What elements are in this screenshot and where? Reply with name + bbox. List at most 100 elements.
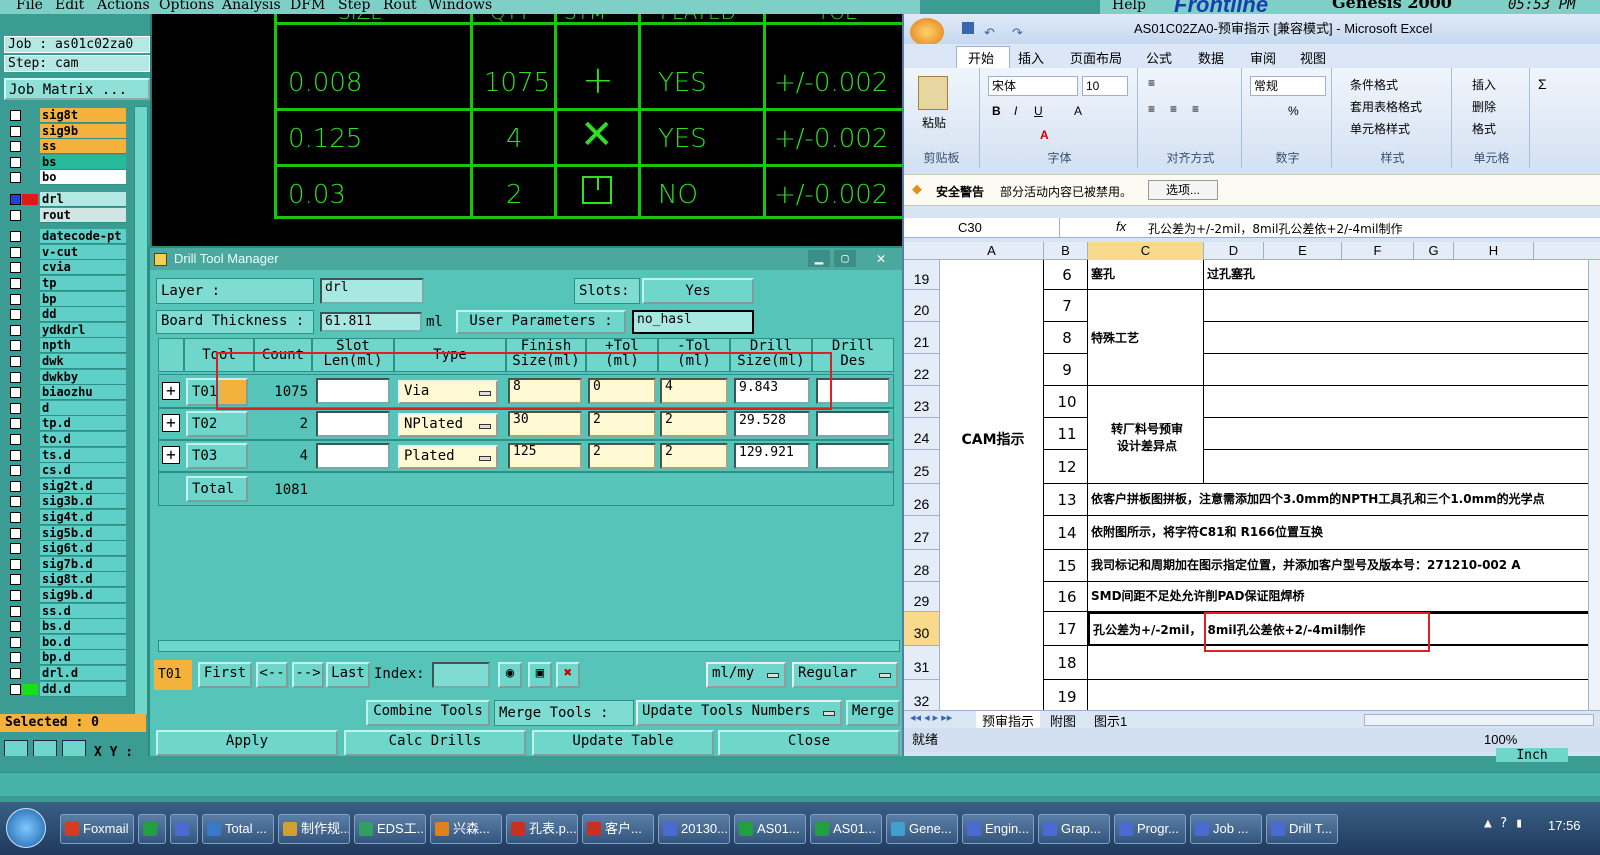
layer-row[interactable]: rout (6, 207, 126, 223)
ntol-t03[interactable]: 2 (660, 443, 728, 469)
layer-checkbox[interactable] (10, 683, 21, 695)
drill-des-t03[interactable] (816, 443, 890, 469)
align-center-icon[interactable]: ≡ (1170, 102, 1177, 116)
options-button[interactable]: 选项... (1148, 180, 1218, 200)
expand-icon[interactable]: + (162, 414, 180, 432)
tab-data[interactable]: 数据 (1198, 48, 1224, 67)
row-header[interactable]: 25 (904, 450, 940, 484)
menu-edit[interactable]: Edit (55, 0, 84, 13)
layer-checkbox[interactable] (10, 480, 21, 492)
tool-button-t03[interactable]: T03 (186, 443, 248, 469)
b-cell[interactable]: 19 (1044, 680, 1088, 710)
layer-row[interactable]: tp.d (6, 416, 126, 432)
layer-checkbox[interactable] (10, 652, 21, 664)
italic-icon[interactable]: I (1014, 104, 1017, 118)
layer-row[interactable]: dwk (6, 354, 126, 369)
b-cell[interactable]: 12 (1044, 450, 1088, 484)
tab-home[interactable]: 开始 (968, 48, 994, 67)
font-color-icon[interactable]: A (1040, 128, 1049, 142)
row-header[interactable]: 21 (904, 322, 940, 354)
layer-row[interactable]: sig6t.d (6, 541, 126, 557)
layer-checkbox[interactable] (10, 605, 21, 617)
layer-checkbox[interactable] (10, 387, 21, 399)
layer-row[interactable]: bs.d (6, 619, 126, 635)
taskbar-item[interactable]: 客户... (582, 814, 654, 844)
row-header[interactable]: 19 (904, 260, 940, 290)
cell-d21[interactable] (1204, 322, 1600, 354)
taskbar-item[interactable]: Gene... (886, 814, 958, 844)
mode-dropdown[interactable]: Regular (792, 662, 898, 688)
ptol-t03[interactable]: 2 (588, 443, 656, 469)
layer-row[interactable]: biaozhu (6, 385, 126, 401)
office-button-icon[interactable] (910, 18, 944, 46)
menu-step[interactable]: Step (338, 0, 370, 13)
tab-review[interactable]: 审阅 (1250, 48, 1276, 67)
layer-row[interactable]: ts.d (6, 447, 126, 463)
close-button[interactable]: Close (718, 730, 900, 756)
taskbar-item[interactable]: Total ... (202, 814, 274, 844)
taskbar-item[interactable]: Drill T... (1266, 814, 1338, 844)
row-header[interactable]: 28 (904, 550, 940, 582)
layer-row[interactable]: bo (6, 170, 126, 186)
user-parameters-field[interactable]: no_hasl (632, 310, 754, 334)
delete-icon[interactable]: ✖ (556, 662, 580, 688)
b-cell[interactable]: 17 (1044, 612, 1088, 646)
b-cell[interactable]: 9 (1044, 354, 1088, 386)
layer-row[interactable]: ss (6, 139, 126, 155)
slot-len-t03[interactable] (316, 443, 390, 469)
graphic-editor-canvas[interactable]: SIZE QTY SYM PLATED TOL 0.008 1075 + YES… (152, 14, 902, 247)
layer-checkbox[interactable] (10, 125, 21, 137)
paste-label[interactable]: 粘贴 (922, 114, 946, 131)
locate-icon[interactable]: ◉ (498, 662, 522, 688)
cell-c32[interactable] (1088, 680, 1600, 710)
cell-d22[interactable] (1204, 354, 1600, 386)
combine-tools-button[interactable]: Combine Tools (366, 700, 490, 726)
b-cell[interactable]: 15 (1044, 550, 1088, 582)
row-header[interactable]: 24 (904, 418, 940, 450)
layer-row[interactable]: datecode-pt (6, 229, 126, 245)
cam-cell[interactable]: CAM指示 (940, 260, 1044, 710)
layer-checkbox[interactable] (10, 574, 21, 586)
menu-actions[interactable]: Actions (97, 0, 150, 13)
finish-size-t03[interactable]: 125 (508, 443, 582, 469)
layer-row[interactable]: sig2t.d (6, 478, 126, 494)
fx-icon[interactable]: fx (1116, 219, 1126, 234)
tab-page-layout[interactable]: 页面布局 (1070, 48, 1122, 67)
row-header[interactable]: 22 (904, 354, 940, 386)
layer-checkbox[interactable] (10, 590, 21, 601)
taskbar-item[interactable]: 孔表.p... (506, 814, 578, 844)
layer-checkbox[interactable] (10, 309, 21, 321)
row-header[interactable]: 31 (904, 646, 940, 680)
layer-checkbox[interactable] (10, 636, 21, 648)
col-g[interactable]: G (1414, 242, 1454, 260)
units-indicator[interactable]: Inch (1496, 748, 1568, 763)
layer-row[interactable]: cs.d (6, 463, 126, 479)
layer-checkbox[interactable] (10, 527, 21, 539)
tab-insert[interactable]: 插入 (1018, 48, 1044, 67)
layer-row[interactable]: sig7b.d (6, 556, 126, 572)
col-d[interactable]: D (1204, 242, 1264, 260)
save-icon[interactable] (962, 22, 974, 34)
col-f[interactable]: F (1342, 242, 1414, 260)
layer-checkbox[interactable] (10, 209, 21, 221)
tool-button-t02[interactable]: T02 (186, 411, 248, 437)
menu-file[interactable]: File (16, 0, 43, 13)
merge-button[interactable]: Merge (846, 700, 900, 726)
taskbar-item[interactable]: AS01... (810, 814, 882, 844)
layer-checkbox[interactable] (10, 434, 21, 445)
taskbar-item[interactable]: 20130... (658, 814, 730, 844)
taskbar-item[interactable]: 兴森... (430, 814, 502, 844)
b-cell[interactable]: 18 (1044, 646, 1088, 680)
taskbar-item[interactable] (138, 814, 166, 844)
layer-checkbox[interactable] (10, 371, 21, 383)
row28-text[interactable]: 我司标记和周期加在图示指定位置，并添加客户型号及版本号：271210-002 A (1088, 550, 1600, 582)
layer-row[interactable]: dd.d (6, 681, 126, 697)
layer-row[interactable]: dd (6, 307, 126, 323)
row27-text[interactable]: 依附图所示，将字符C81和 R166位置互换 (1088, 516, 1600, 550)
taskbar-item[interactable]: EDS工... (354, 814, 426, 844)
slot-len-t02[interactable] (316, 411, 390, 437)
cell-d23[interactable] (1204, 386, 1600, 418)
layer-checkbox[interactable] (10, 293, 21, 305)
vertical-scrollbar[interactable] (1588, 260, 1600, 710)
cell-d25[interactable] (1204, 450, 1600, 484)
